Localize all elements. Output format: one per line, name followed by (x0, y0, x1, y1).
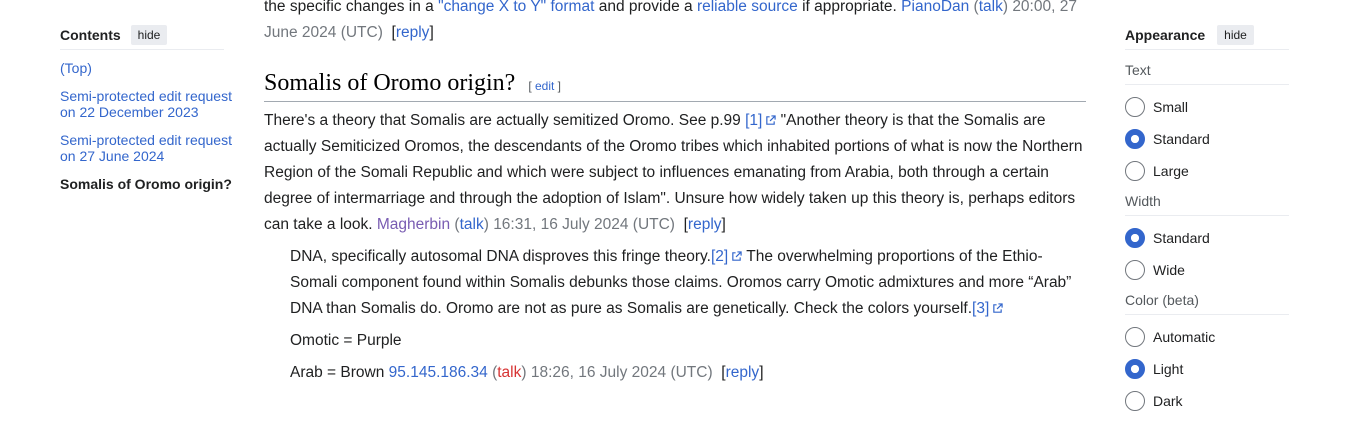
radio-button[interactable] (1125, 161, 1145, 181)
color-dark-option[interactable]: Dark (1125, 391, 1289, 411)
reply-bracket: ] (429, 24, 434, 41)
option-label: Large (1153, 163, 1189, 179)
toc-title: Contents (60, 26, 121, 43)
text: ) (521, 364, 531, 381)
reliable-source-link[interactable]: reliable source (697, 0, 798, 15)
radio-button-checked[interactable] (1125, 129, 1145, 149)
external-link-icon (766, 115, 777, 126)
text-size-small-option[interactable]: Small (1125, 97, 1289, 117)
width-label: Width (1125, 193, 1289, 216)
text: ( (450, 216, 460, 233)
talk-link[interactable]: talk (460, 216, 484, 233)
appearance-title: Appearance (1125, 26, 1206, 43)
bracket: [ (528, 79, 535, 93)
talk-link[interactable]: talk (979, 0, 1003, 15)
reply-button[interactable]: reply (726, 364, 760, 381)
text-size-label: Text (1125, 62, 1289, 85)
appearance-panel: Appearance hide Text Small Standard Larg… (1125, 24, 1289, 421)
option-label: Standard (1153, 131, 1210, 147)
color-light-option[interactable]: Light (1125, 359, 1289, 379)
user-link-ip[interactable]: 95.145.186.34 (389, 364, 488, 381)
reply-line-arab: Arab = Brown 95.145.186.34 (talk) 18:26,… (290, 360, 1086, 386)
radio-button[interactable] (1125, 260, 1145, 280)
table-of-contents: Contents hide (Top) Semi-protected edit … (60, 24, 232, 204)
toc-item-somalis-oromo[interactable]: Somalis of Oromo origin? (60, 176, 232, 192)
reply-line-omotic: Omotic = Purple (290, 332, 402, 349)
edit-section-link[interactable]: edit (535, 79, 554, 93)
talk-content: the specific changes in a "change X to Y… (264, 0, 1086, 386)
radio-button-checked[interactable] (1125, 359, 1145, 379)
external-link-icon (732, 251, 742, 262)
text: There's a theory that Somalis are actual… (264, 112, 746, 129)
user-link-pianodan[interactable]: PianoDan (901, 0, 969, 15)
reply-button[interactable]: reply (396, 24, 430, 41)
timestamp: 18:26, 16 July 2024 (UTC) (530, 364, 713, 381)
previous-comment-tail: the specific changes in a "change X to Y… (264, 0, 1086, 46)
comment-magherbin: There's a theory that Somalis are actual… (264, 108, 1086, 238)
toc-header: Contents hide (60, 24, 224, 50)
section-title: Somalis of Oromo origin? (264, 70, 516, 96)
text: Arab = Brown (290, 364, 389, 381)
appearance-hide-button[interactable]: hide (1217, 24, 1254, 45)
radio-button[interactable] (1125, 327, 1145, 347)
toc-item-edit-request-jun-2024[interactable]: Semi-protected edit request on 27 June 2… (60, 132, 232, 164)
edit-section: [ edit ] (528, 79, 561, 93)
ref-1-link[interactable]: [1] (745, 112, 762, 129)
option-label: Small (1153, 99, 1189, 115)
toc-item-edit-request-dec-2023[interactable]: Semi-protected edit request on 22 Decemb… (60, 88, 232, 120)
option-label: Wide (1153, 262, 1185, 278)
text-size-standard-option[interactable]: Standard (1125, 129, 1289, 149)
talk-link-red[interactable]: talk (497, 364, 521, 381)
timestamp: 16:31, 16 July 2024 (UTC) (493, 216, 675, 233)
ref-2-link[interactable]: [2] (711, 248, 728, 265)
width-wide-option[interactable]: Wide (1125, 260, 1289, 280)
appearance-header: Appearance hide (1125, 24, 1289, 50)
text-size-large-option[interactable]: Large (1125, 161, 1289, 181)
option-label: Light (1153, 361, 1184, 377)
toc-hide-button[interactable]: hide (130, 24, 168, 45)
text: the specific changes in a (264, 0, 439, 15)
color-automatic-option[interactable]: Automatic (1125, 327, 1289, 347)
color-label: Color (beta) (1125, 292, 1289, 315)
option-label: Automatic (1153, 329, 1216, 345)
text: and provide a (594, 0, 697, 15)
radio-button[interactable] (1125, 391, 1145, 411)
external-link-icon (993, 303, 1003, 314)
text: "Another theory is that the Somalis are … (264, 112, 1083, 233)
text: if appropriate. (797, 0, 902, 15)
reply-bracket: ] (721, 216, 726, 233)
section-heading: Somalis of Oromo origin? [ edit ] (264, 70, 1086, 102)
text: ) (483, 216, 494, 233)
bracket: ] (554, 79, 562, 93)
text: ( (969, 0, 979, 15)
option-label: Standard (1153, 230, 1210, 246)
radio-button[interactable] (1125, 97, 1145, 117)
reply-paragraph: DNA, specifically autosomal DNA disprove… (290, 244, 1086, 322)
toc-item-top[interactable]: (Top) (60, 60, 232, 76)
radio-button-checked[interactable] (1125, 228, 1145, 248)
text: ) (1002, 0, 1013, 15)
user-link-magherbin[interactable]: Magherbin (377, 216, 450, 233)
change-format-link[interactable]: "change X to Y" format (438, 0, 594, 15)
text: DNA, specifically autosomal DNA disprove… (290, 248, 711, 265)
reply-comment-ip: DNA, specifically autosomal DNA disprove… (290, 244, 1086, 386)
text: ( (487, 364, 498, 381)
ref-3-link[interactable]: [3] (972, 300, 989, 317)
option-label: Dark (1153, 393, 1183, 409)
reply-bracket: ] (759, 364, 764, 381)
reply-button[interactable]: reply (688, 216, 722, 233)
width-standard-option[interactable]: Standard (1125, 228, 1289, 248)
